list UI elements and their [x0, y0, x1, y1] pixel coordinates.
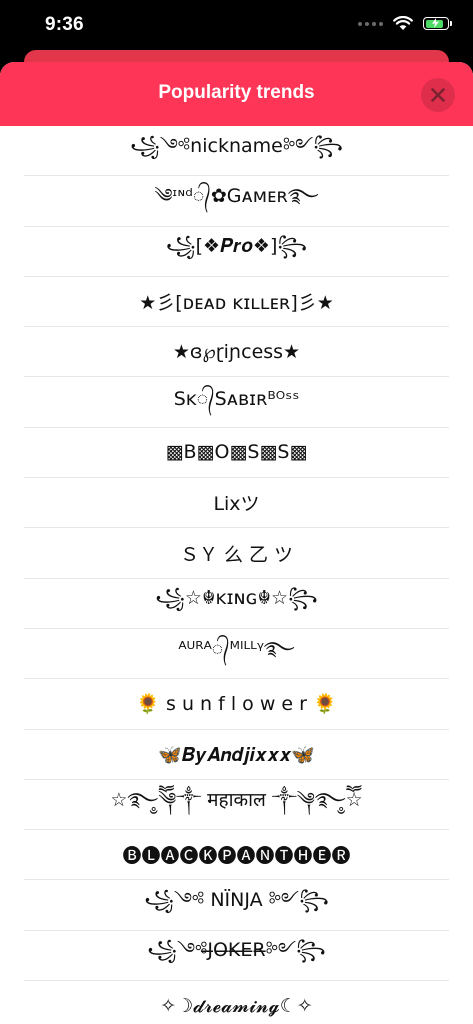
cellular-signal-icon — [358, 21, 383, 26]
status-icons — [358, 16, 452, 31]
popularity-trends-sheet: Popularity trends ꧁༺nickname༻꧂ ༄ᶦᶰᵈ᭄✿Gᴀᴍ… — [0, 62, 473, 1024]
close-button[interactable] — [421, 78, 455, 112]
name-item[interactable]: ꧁༺ NÏNJA ༻꧂ — [24, 880, 449, 931]
name-item[interactable]: 🦋𝑩𝒚𝑨𝒏𝒅𝒋𝒊𝒙𝒙𝒙🦋 — [24, 730, 449, 780]
name-item[interactable]: ꧁༺J̶O̶K̶E̶R̶༻꧂ — [24, 931, 449, 982]
battery-charging-icon — [423, 17, 452, 30]
name-item[interactable]: ☆࿐ཽ༵༆༒ महाकाल ༒༆࿐ཽ༵☆ — [24, 780, 449, 831]
status-time: 9:36 — [45, 14, 84, 35]
name-item[interactable]: ꧁༺nickname༻꧂ — [24, 126, 449, 177]
name-item[interactable]: ᴬᵁᴿᴬ᭄ᴹᴵᴸᴸᵞ࿐ — [24, 629, 449, 680]
close-x-icon — [431, 88, 445, 102]
sheet-header: Popularity trends — [0, 62, 473, 126]
name-item[interactable]: 🅑🅛🅐🅒🅚🅟🅐🅝🅣🅗🅔🅡 — [24, 830, 449, 881]
trending-names-list: ꧁༺nickname༻꧂ ༄ᶦᶰᵈ᭄✿Gᴀᴍᴇʀ࿐ ꧁[❖𝑷𝒓𝒐❖]꧂ ★彡[ᴅ… — [0, 126, 473, 1024]
name-item[interactable]: ▩B▩O▩S▩S▩ — [24, 428, 449, 479]
name-item[interactable]: ★ɞ℘ɽiɲcess★ — [24, 327, 449, 378]
wifi-icon — [393, 16, 413, 30]
name-item[interactable]: ꧁[❖𝑷𝒓𝒐❖]꧂ — [24, 227, 449, 277]
name-item[interactable]: Sᴋ᭄Sᴀʙɪʀᴮᴼˢˢ — [24, 377, 449, 428]
name-item[interactable]: ★彡[ᴅᴇᴀᴅ ᴋɪʟʟᴇʀ]彡★ — [24, 277, 449, 328]
sheet-title: Popularity trends — [158, 82, 315, 103]
name-item[interactable]: Lixツ — [24, 478, 449, 529]
status-bar: 9:36 — [0, 0, 473, 52]
name-item[interactable]: ＳＹ 么 乙 ツ — [24, 528, 449, 579]
name-item[interactable]: ꧁☆☬ᴋɪɴɢ☬☆꧂ — [24, 579, 449, 629]
name-item[interactable]: ✧☽𝓭𝓻𝓮𝓪𝓶𝓲𝓷𝓰☾✧ — [24, 981, 449, 1024]
name-item[interactable]: ༄ᶦᶰᵈ᭄✿Gᴀᴍᴇʀ࿐ — [24, 176, 449, 227]
name-item[interactable]: 🌻 s u n f l o w e r 🌻 — [24, 679, 449, 730]
